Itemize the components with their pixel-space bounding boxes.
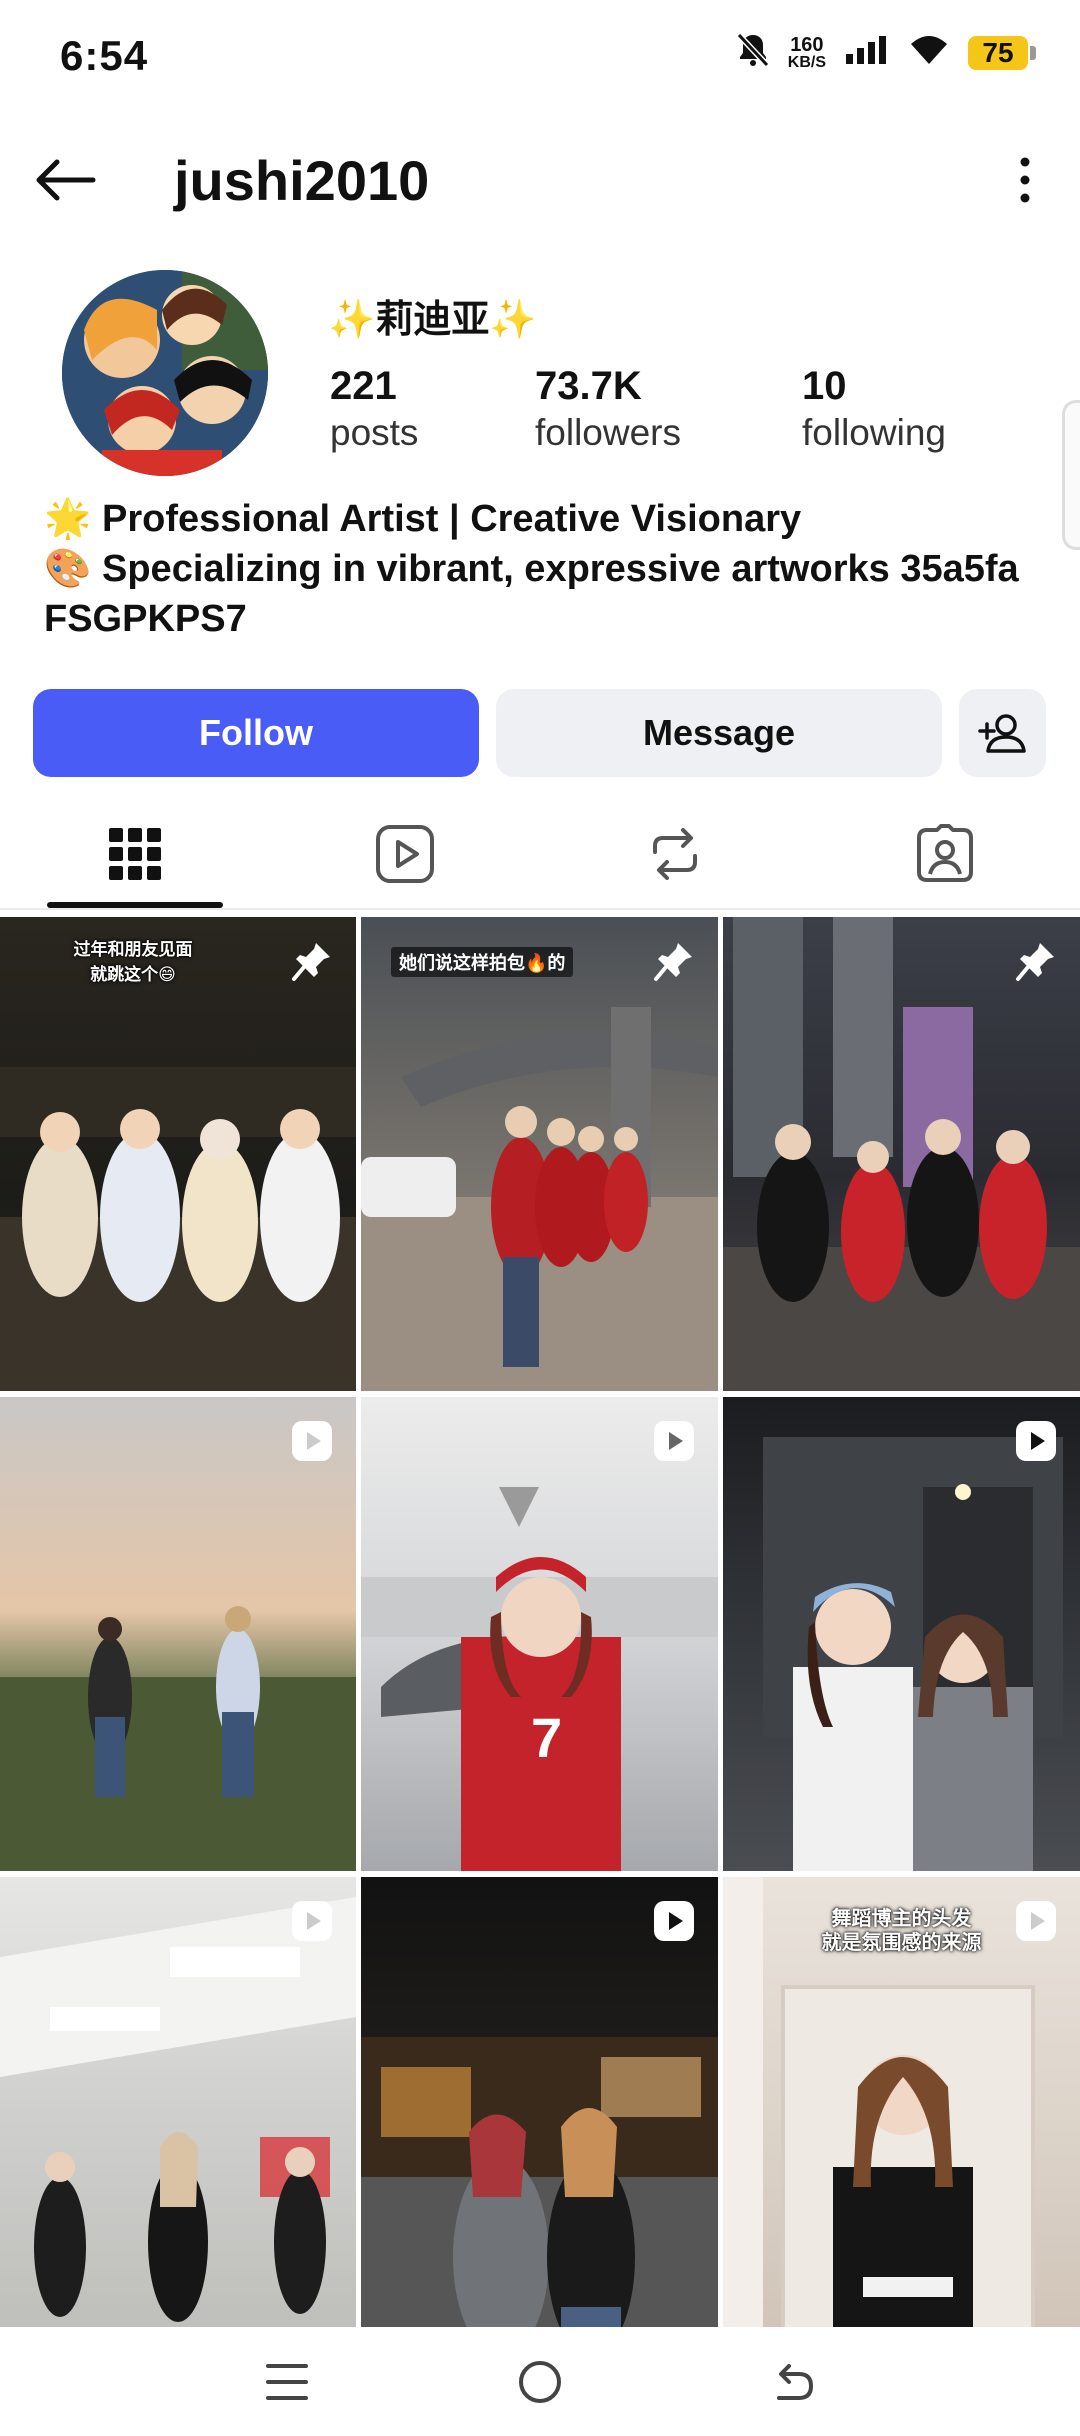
recent-apps-button[interactable]: [247, 2342, 327, 2422]
reels-play-icon: [376, 825, 434, 883]
posts-count: 221: [330, 364, 397, 408]
stat-following[interactable]: 10 following: [802, 362, 946, 456]
tab-grid[interactable]: [0, 800, 270, 908]
bio-text: Professional Artist | Creative Visionary: [102, 498, 802, 540]
reel-icon: [1014, 1419, 1058, 1463]
status-time: 6:54: [60, 32, 149, 79]
profile-header: jushi2010: [0, 130, 1080, 230]
bio-line: 🌟 Professional Artist | Creative Visiona…: [44, 494, 1054, 544]
home-circle-icon: [518, 2360, 561, 2403]
display-name: ✨莉迪亚✨: [328, 299, 537, 341]
wifi-icon: [908, 34, 950, 71]
grid-icon: [109, 828, 161, 880]
tagged-person-icon: [917, 824, 973, 882]
net-speed: 160 KB/S: [788, 35, 826, 71]
tab-tagged[interactable]: [810, 800, 1080, 908]
arrow-left-icon: [36, 159, 96, 201]
more-options-button[interactable]: [1010, 150, 1040, 210]
reel-icon: [652, 1419, 696, 1463]
pin-icon: [1014, 939, 1058, 983]
post-thumbnail[interactable]: 她们说这样拍包🔥的: [361, 917, 718, 1391]
follow-button[interactable]: Follow: [33, 689, 479, 777]
reel-icon: [1014, 1899, 1058, 1943]
repost-icon: [653, 828, 697, 880]
post-caption: 她们说这样拍包🔥的: [391, 947, 574, 977]
tab-reels[interactable]: [270, 800, 540, 908]
bio: 🌟 Professional Artist | Creative Visiona…: [44, 494, 1054, 644]
stat-posts[interactable]: 221 posts: [330, 362, 418, 456]
signal-icon: [844, 34, 890, 71]
stat-followers[interactable]: 73.7K followers: [535, 362, 681, 456]
back-button[interactable]: [30, 150, 100, 210]
back-gesture-icon: [777, 2363, 814, 2400]
reel-icon: [290, 1899, 334, 1943]
home-button[interactable]: [500, 2342, 580, 2422]
bio-line: 🎨 Specializing in vibrant, expressive ar…: [44, 544, 1054, 594]
post-thumbnail[interactable]: [723, 917, 1080, 1391]
bio-line: FSGPKPS7: [44, 594, 1054, 644]
followers-label: followers: [535, 412, 681, 453]
post-thumbnail[interactable]: [0, 1397, 356, 1871]
suggest-users-button[interactable]: [959, 689, 1046, 777]
post-thumbnail[interactable]: 舞蹈博主的头发 就是氛围感的来源: [723, 1877, 1080, 2327]
posts-grid: 过年和朋友见面 就跳这个😄 她们说这样拍包🔥的 7 舞蹈博主的头发 就是氛围感的…: [0, 917, 1080, 2327]
pin-icon: [290, 939, 334, 983]
system-back-button[interactable]: [753, 2342, 833, 2422]
reel-icon: [652, 1899, 696, 1943]
system-nav-bar: [0, 2327, 1080, 2436]
svg-text:7: 7: [531, 1706, 562, 1769]
status-icons: 160 KB/S 75: [736, 32, 1036, 73]
bio-text: FSGPKPS7: [44, 598, 247, 640]
net-speed-unit: KB/S: [787, 53, 826, 71]
palette-emoji: 🎨: [44, 548, 92, 590]
followers-count: 73.7K: [535, 364, 642, 408]
message-button[interactable]: Message: [496, 689, 942, 777]
following-count: 10: [802, 364, 847, 408]
menu-lines-icon: [265, 2363, 308, 2400]
status-bar: 6:54 160 KB/S 75: [0, 0, 1080, 110]
tab-reposts[interactable]: [540, 800, 810, 908]
star-emoji: 🌟: [44, 498, 92, 540]
edge-panel-handle[interactable]: [1062, 400, 1080, 550]
following-label: following: [802, 412, 946, 453]
more-vertical-icon: [1020, 157, 1030, 203]
pin-icon: [652, 939, 696, 983]
battery-level: 75: [968, 35, 1028, 70]
page-title: jushi2010: [174, 149, 430, 212]
post-thumbnail[interactable]: [0, 1877, 356, 2327]
reel-icon: [290, 1419, 334, 1463]
avatar[interactable]: [62, 270, 268, 476]
person-add-icon: [977, 714, 1026, 753]
net-speed-value: 160: [790, 33, 824, 56]
posts-label: posts: [330, 412, 419, 453]
post-thumbnail[interactable]: [723, 1397, 1080, 1871]
post-thumbnail[interactable]: 7: [361, 1397, 718, 1871]
post-thumbnail[interactable]: 过年和朋友见面 就跳这个😄: [0, 917, 356, 1391]
mute-bell-icon: [736, 32, 770, 73]
battery-icon: 75: [968, 35, 1036, 70]
post-thumbnail[interactable]: [361, 1877, 718, 2327]
profile-tabs: [0, 800, 1080, 910]
bio-text: Specializing in vibrant, expressive artw…: [102, 548, 1019, 590]
